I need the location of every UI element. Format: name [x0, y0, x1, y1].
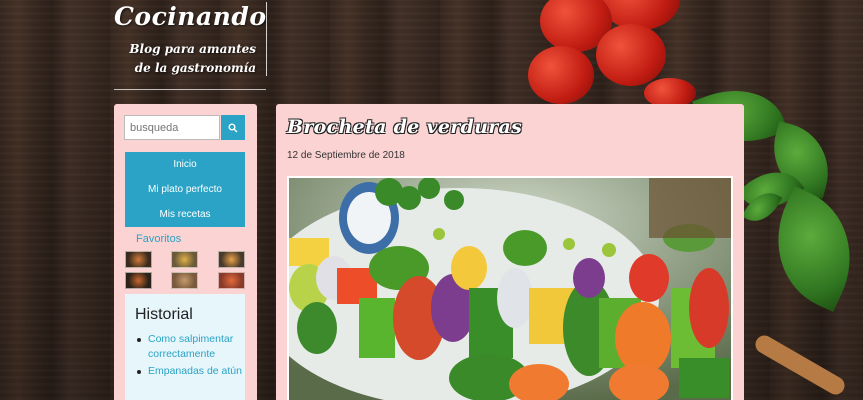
history-item[interactable]: Como salpimentar correctamente — [135, 332, 245, 362]
favorite-thumbnail[interactable] — [218, 272, 245, 289]
favorite-thumbnail[interactable] — [171, 251, 198, 268]
post-image — [287, 176, 733, 400]
favorite-thumbnail[interactable] — [125, 251, 152, 268]
main-nav: Inicio Mi plato perfecto Mis recetas — [125, 152, 245, 227]
history-panel: Historial Como salpimentar correctamente… — [125, 294, 245, 400]
favorite-thumbnail[interactable] — [218, 251, 245, 268]
post-title[interactable]: Brocheta de verduras — [287, 116, 522, 138]
favorite-thumbnail[interactable] — [125, 272, 152, 289]
search-button[interactable] — [221, 115, 245, 140]
post-date: 12 de Septiembre de 2018 — [287, 150, 405, 161]
history-list: Como salpimentar correctamente Empanadas… — [135, 332, 245, 381]
history-title: Historial — [135, 306, 193, 323]
site-tagline: Blog para amantes de la gastronomía — [129, 42, 256, 75]
favorites-title: Favoritos — [136, 233, 182, 245]
post-card: Brocheta de verduras 12 de Septiembre de… — [276, 104, 744, 400]
sidebar: Inicio Mi plato perfecto Mis recetas Fav… — [114, 104, 257, 400]
history-item[interactable]: Empanadas de atún — [135, 364, 245, 379]
header-divider — [266, 2, 267, 76]
nav-item-mi-plato-perfecto[interactable]: Mi plato perfecto — [125, 177, 245, 202]
nav-item-inicio[interactable]: Inicio — [125, 152, 245, 177]
favorite-thumbnail[interactable] — [171, 272, 198, 289]
nav-item-mis-recetas[interactable]: Mis recetas — [125, 202, 245, 227]
site-title[interactable]: Cocinando — [114, 2, 267, 31]
search-input[interactable] — [124, 115, 220, 140]
vegetable-skewers-image — [289, 178, 731, 400]
search-icon — [228, 123, 238, 132]
favorites-grid — [125, 251, 245, 291]
site-header: Cocinando Blog para amantes de la gastro… — [114, 0, 267, 90]
search-form — [124, 115, 245, 141]
